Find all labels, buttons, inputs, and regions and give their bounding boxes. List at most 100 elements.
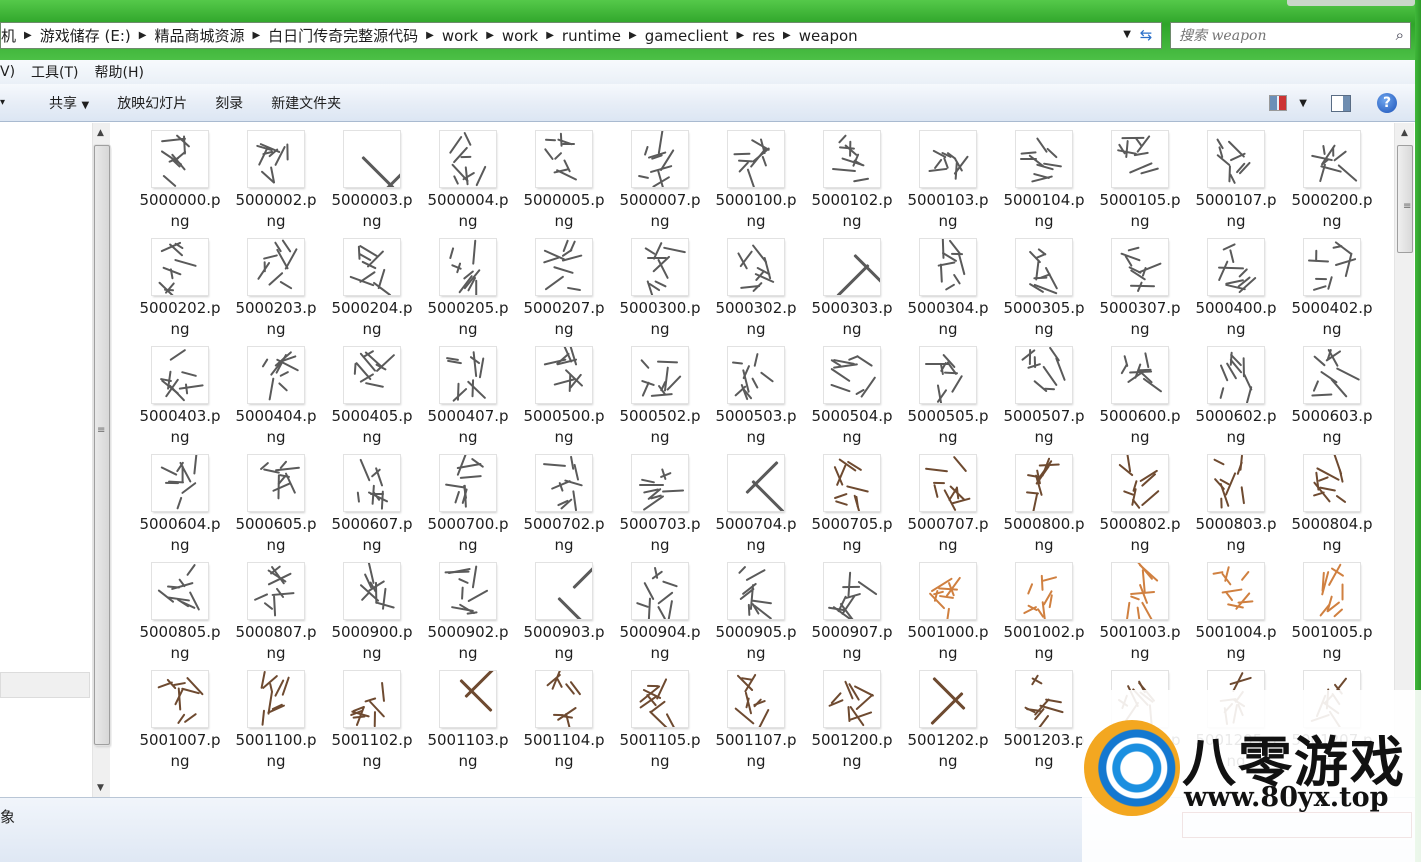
file-item[interactable]: 5000707.png: [900, 455, 996, 563]
file-item[interactable]: 5000100.png: [708, 131, 804, 239]
menu-tools[interactable]: 工具(T): [31, 62, 78, 82]
file-item[interactable]: 5000207.png: [516, 239, 612, 347]
file-item[interactable]: 5000404.png: [228, 347, 324, 455]
search-input[interactable]: [1171, 23, 1381, 48]
new-folder-button[interactable]: 新建文件夹: [261, 93, 351, 113]
files-scroll-thumb[interactable]: ≡: [1397, 145, 1413, 253]
file-item[interactable]: 5000005.png: [516, 131, 612, 239]
file-item[interactable]: 5000002.png: [228, 131, 324, 239]
breadcrumb-separator-icon[interactable]: ▶: [484, 30, 496, 41]
file-item[interactable]: 5000804.png: [1284, 455, 1380, 563]
breadcrumb-item[interactable]: res ▶: [746, 27, 793, 45]
file-item[interactable]: 5000505.png: [900, 347, 996, 455]
file-item[interactable]: 5001003.png: [1092, 563, 1188, 671]
nav-scroll-thumb[interactable]: [94, 145, 110, 745]
menu-help[interactable]: 帮助(H): [95, 62, 144, 82]
file-item[interactable]: 5001104.png: [516, 671, 612, 779]
file-item[interactable]: 5000105.png: [1092, 131, 1188, 239]
share-button[interactable]: 共享 ▼: [39, 93, 99, 113]
file-item[interactable]: 5001102.png: [324, 671, 420, 779]
breadcrumb-separator-icon[interactable]: ▶: [734, 30, 746, 41]
file-item[interactable]: 5000907.png: [804, 563, 900, 671]
file-item[interactable]: 5000004.png: [420, 131, 516, 239]
file-item[interactable]: 5000400.png: [1188, 239, 1284, 347]
file-item[interactable]: 5001202.png: [900, 671, 996, 779]
search-icon[interactable]: ⌕: [1396, 26, 1404, 44]
breadcrumb-item[interactable]: 机 ▶: [1, 25, 34, 46]
file-item[interactable]: 5000503.png: [708, 347, 804, 455]
file-item[interactable]: 5000003.png: [324, 131, 420, 239]
organize-dropdown[interactable]: ▾: [0, 97, 15, 108]
file-item[interactable]: 5000803.png: [1188, 455, 1284, 563]
file-item[interactable]: 5001200.png: [804, 671, 900, 779]
file-item[interactable]: 5000507.png: [996, 347, 1092, 455]
file-item[interactable]: 5000904.png: [612, 563, 708, 671]
file-item[interactable]: 5001002.png: [996, 563, 1092, 671]
file-item[interactable]: 5000303.png: [804, 239, 900, 347]
file-item[interactable]: 5000704.png: [708, 455, 804, 563]
file-item[interactable]: 5000705.png: [804, 455, 900, 563]
file-item[interactable]: 5000604.png: [132, 455, 228, 563]
scroll-up-icon[interactable]: ▲: [97, 128, 104, 138]
file-item[interactable]: 5001103.png: [420, 671, 516, 779]
file-item[interactable]: 5000504.png: [804, 347, 900, 455]
preview-pane-icon[interactable]: [1331, 94, 1351, 112]
breadcrumb-item[interactable]: gameclient ▶: [639, 27, 746, 45]
menu-view[interactable]: V): [0, 64, 15, 80]
file-item[interactable]: 5000902.png: [420, 563, 516, 671]
file-item[interactable]: 5000000.png: [132, 131, 228, 239]
breadcrumb-separator-icon[interactable]: ▶: [424, 30, 436, 41]
breadcrumb-item[interactable]: 游戏储存 (E:) ▶: [34, 25, 149, 46]
file-item[interactable]: 5000702.png: [516, 455, 612, 563]
view-mode-icon[interactable]: [1269, 95, 1288, 111]
file-item[interactable]: 5000403.png: [132, 347, 228, 455]
breadcrumb-separator-icon[interactable]: ▶: [781, 30, 793, 41]
breadcrumb-item[interactable]: weapon: [793, 27, 864, 45]
refresh-icon[interactable]: ⇆: [1135, 26, 1157, 46]
search-box[interactable]: ⌕: [1170, 22, 1411, 49]
breadcrumb-item[interactable]: 精品商城资源 ▶: [148, 25, 262, 46]
navigation-pane[interactable]: [0, 123, 92, 797]
file-item[interactable]: 5000605.png: [228, 455, 324, 563]
file-item[interactable]: 5000007.png: [612, 131, 708, 239]
file-item[interactable]: 5000802.png: [1092, 455, 1188, 563]
file-item[interactable]: 5000900.png: [324, 563, 420, 671]
file-item[interactable]: 5000102.png: [804, 131, 900, 239]
file-item[interactable]: 5000205.png: [420, 239, 516, 347]
file-item[interactable]: 5000807.png: [228, 563, 324, 671]
breadcrumb-item[interactable]: work ▶: [436, 27, 496, 45]
file-item[interactable]: 5001100.png: [228, 671, 324, 779]
file-item[interactable]: 5000800.png: [996, 455, 1092, 563]
address-bar[interactable]: 机 ▶ 游戏储存 (E:) ▶ 精品商城资源 ▶ 白日门传奇完整源代码 ▶ work ▶ work ▶…: [0, 22, 1162, 49]
scroll-down-icon[interactable]: ▼: [97, 783, 104, 793]
file-item[interactable]: 5000202.png: [132, 239, 228, 347]
breadcrumb-item[interactable]: runtime ▶: [556, 27, 639, 45]
address-dropdown-icon[interactable]: ▼: [1123, 29, 1131, 40]
file-item[interactable]: 5001000.png: [900, 563, 996, 671]
file-item[interactable]: 5000600.png: [1092, 347, 1188, 455]
file-item[interactable]: 5000407.png: [420, 347, 516, 455]
breadcrumb-item[interactable]: work ▶: [496, 27, 556, 45]
file-item[interactable]: 5000805.png: [132, 563, 228, 671]
file-item[interactable]: 5000305.png: [996, 239, 1092, 347]
file-item[interactable]: 5000905.png: [708, 563, 804, 671]
burn-button[interactable]: 刻录: [205, 93, 253, 113]
breadcrumb-separator-icon[interactable]: ▶: [627, 30, 639, 41]
file-item[interactable]: 5001105.png: [612, 671, 708, 779]
file-item[interactable]: 5000300.png: [612, 239, 708, 347]
file-item[interactable]: 5000402.png: [1284, 239, 1380, 347]
breadcrumb-separator-icon[interactable]: ▶: [22, 30, 34, 41]
file-item[interactable]: 5000302.png: [708, 239, 804, 347]
nav-selected-item[interactable]: [0, 672, 90, 698]
breadcrumb-separator-icon[interactable]: ▶: [544, 30, 556, 41]
file-item[interactable]: 5000103.png: [900, 131, 996, 239]
file-item[interactable]: 5001203.png: [996, 671, 1092, 779]
file-item[interactable]: 5001107.png: [708, 671, 804, 779]
file-item[interactable]: 5000200.png: [1284, 131, 1380, 239]
file-item[interactable]: 5001005.png: [1284, 563, 1380, 671]
file-item[interactable]: 5000703.png: [612, 455, 708, 563]
file-item[interactable]: 5000500.png: [516, 347, 612, 455]
file-item[interactable]: 5000602.png: [1188, 347, 1284, 455]
file-item[interactable]: 5000502.png: [612, 347, 708, 455]
file-item[interactable]: 5000405.png: [324, 347, 420, 455]
